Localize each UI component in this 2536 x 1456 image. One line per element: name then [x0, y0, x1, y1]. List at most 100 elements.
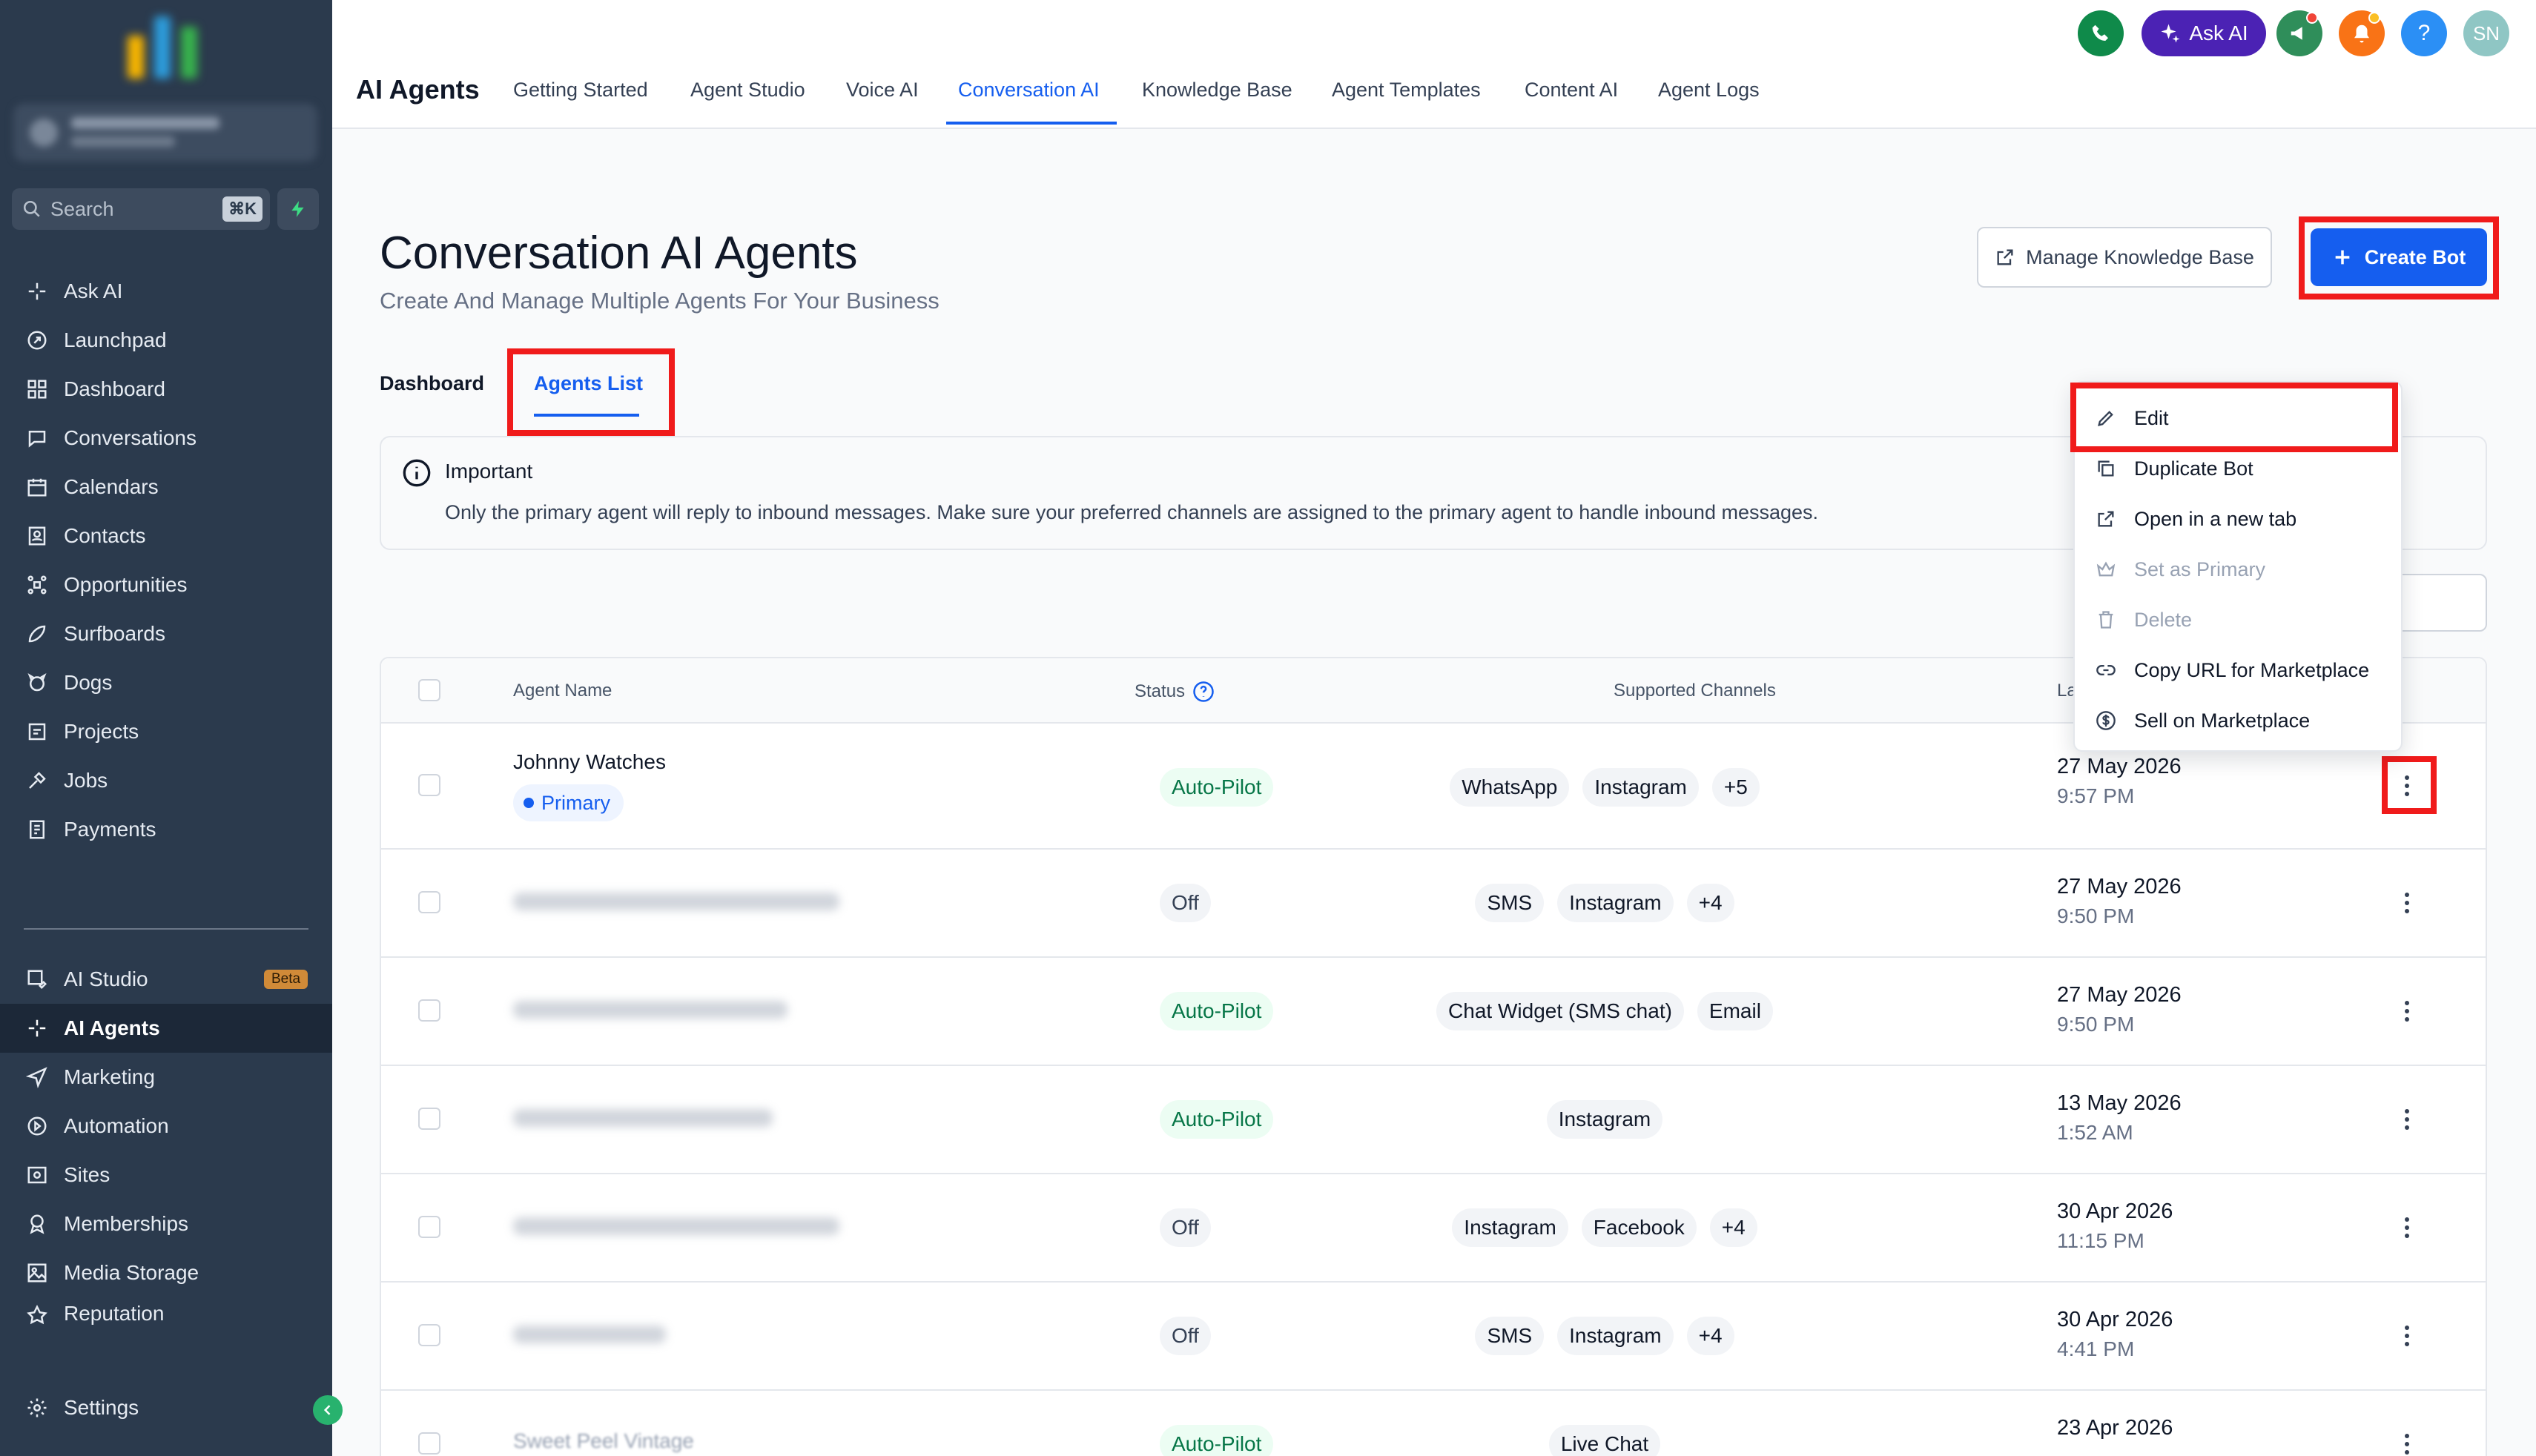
- sidebar-search[interactable]: Search ⌘K: [12, 188, 270, 230]
- sidebar-item-payments[interactable]: Payments: [0, 805, 332, 854]
- sidebar-item-dashboard[interactable]: Dashboard: [0, 365, 332, 414]
- menu-item-open-new-tab[interactable]: Open in a new tab: [2075, 494, 2401, 544]
- channel-more-chip[interactable]: +5: [1711, 768, 1760, 807]
- row-checkbox[interactable]: [418, 999, 440, 1022]
- sidebar-item-reputation[interactable]: Reputation: [0, 1297, 332, 1327]
- row-checkbox[interactable]: [418, 1432, 440, 1455]
- menu-item-duplicate-bot[interactable]: Duplicate Bot: [2075, 443, 2401, 494]
- reputation-icon: [24, 1302, 50, 1327]
- ask-ai-button[interactable]: Ask AI: [2142, 10, 2266, 56]
- account-switcher[interactable]: [13, 104, 317, 162]
- sidebar-item-media-storage[interactable]: Media Storage: [0, 1248, 332, 1297]
- sidebar-item-automation[interactable]: Automation: [0, 1102, 332, 1151]
- channel-more-chip[interactable]: +4: [1686, 1317, 1734, 1355]
- tab-dashboard[interactable]: Dashboard: [380, 372, 484, 395]
- channel-more-chip[interactable]: +4: [1686, 884, 1734, 922]
- sidebar-item-contacts[interactable]: Contacts: [0, 512, 332, 560]
- tab-voice-ai[interactable]: Voice AI: [846, 79, 919, 102]
- sidebar-item-opportunities[interactable]: Opportunities: [0, 560, 332, 609]
- menu-item-label: Sell on Marketplace: [2134, 709, 2311, 732]
- sidebar-item-label: Ask AI: [64, 279, 123, 302]
- sidebar-item-conversations[interactable]: Conversations: [0, 414, 332, 463]
- updated-date: 27 May 2026: [2057, 755, 2182, 778]
- avatar[interactable]: SN: [2463, 10, 2509, 56]
- row-actions-menu: Edit Duplicate Bot Open in a new tab Set…: [2073, 381, 2403, 752]
- sparkle-icon: [24, 278, 50, 305]
- row-actions-button[interactable]: [2392, 1103, 2422, 1136]
- channel-chip: Email: [1697, 992, 1773, 1030]
- sidebar-item-projects[interactable]: Projects: [0, 707, 332, 756]
- tab-agent-logs[interactable]: Agent Logs: [1658, 79, 1760, 102]
- channel-more-chip[interactable]: +4: [1709, 1208, 1757, 1247]
- channel-list: Instagram Facebook +4: [1219, 1208, 1990, 1247]
- sidebar-item-settings[interactable]: Settings: [0, 1383, 332, 1432]
- header-supported-channels: Supported Channels: [1614, 681, 1776, 701]
- help-button[interactable]: ?: [2401, 10, 2447, 56]
- sidebar-item-launchpad[interactable]: Launchpad: [0, 316, 332, 365]
- row-actions-button[interactable]: [2392, 995, 2422, 1028]
- send-icon: [24, 1064, 50, 1091]
- sidebar-item-marketing[interactable]: Marketing: [0, 1053, 332, 1102]
- sidebar-item-jobs[interactable]: Jobs: [0, 756, 332, 805]
- menu-item-edit[interactable]: Edit: [2075, 393, 2401, 443]
- row-checkbox[interactable]: [418, 1216, 440, 1238]
- sidebar-item-memberships[interactable]: Memberships: [0, 1199, 332, 1248]
- row-actions-button[interactable]: [2392, 1428, 2422, 1456]
- menu-item-copy-url[interactable]: Copy URL for Marketplace: [2075, 645, 2401, 695]
- tab-content-ai[interactable]: Content AI: [1525, 79, 1618, 102]
- agent-name[interactable]: Sweet Peel Vintage: [513, 1429, 694, 1453]
- menu-item-label: Open in a new tab: [2134, 507, 2297, 530]
- notifications-button[interactable]: [2339, 10, 2385, 56]
- sparkle-icon: [24, 1015, 50, 1042]
- manage-knowledge-base-label: Manage Knowledge Base: [2026, 245, 2254, 268]
- row-actions-button[interactable]: [2392, 887, 2422, 919]
- sidebar-item-calendars[interactable]: Calendars: [0, 463, 332, 512]
- header-status: Status: [1135, 681, 1215, 703]
- sidebar-item-label: AI Studio: [64, 967, 148, 990]
- tab-knowledge-base[interactable]: Knowledge Base: [1142, 79, 1292, 102]
- tab-agents-list[interactable]: Agents List: [534, 372, 643, 395]
- app-title: AI Agents: [356, 74, 480, 105]
- row-actions-button[interactable]: [2392, 1320, 2422, 1352]
- menu-item-sell-marketplace[interactable]: Sell on Marketplace: [2075, 695, 2401, 746]
- quick-action-button[interactable]: [277, 188, 319, 230]
- row-checkbox[interactable]: [418, 1108, 440, 1130]
- sidebar-item-surfboards[interactable]: Surfboards: [0, 609, 332, 658]
- sidebar-item-ai-agents[interactable]: AI Agents: [0, 1004, 332, 1053]
- active-tab-indicator: [946, 122, 1117, 125]
- help-circle-icon[interactable]: [1192, 681, 1215, 703]
- row-checkbox[interactable]: [418, 1324, 440, 1346]
- sidebar-item-dogs[interactable]: Dogs: [0, 658, 332, 707]
- table-row[interactable]: Auto-Pilot Chat Widget (SMS chat) Email …: [381, 958, 2486, 1066]
- announcements-button[interactable]: [2276, 10, 2322, 56]
- sidebar-item-ai-studio[interactable]: AI Studio Beta: [0, 955, 332, 1004]
- select-all-checkbox[interactable]: [418, 679, 440, 701]
- table-row[interactable]: Off Instagram Facebook +4 30 Apr 2026 11…: [381, 1174, 2486, 1283]
- sidebar-item-label: Surfboards: [64, 622, 165, 645]
- tab-conversation-ai[interactable]: Conversation AI: [958, 79, 1100, 102]
- sidebar-item-ask-ai[interactable]: Ask AI: [0, 267, 332, 316]
- row-actions-button[interactable]: [2392, 770, 2422, 802]
- phone-button[interactable]: [2078, 10, 2124, 56]
- tab-agent-studio[interactable]: Agent Studio: [690, 79, 805, 102]
- agent-name[interactable]: Johnny Watches: [513, 750, 666, 774]
- sidebar-collapse-button[interactable]: [313, 1395, 343, 1425]
- channel-list: SMS Instagram +4: [1219, 1317, 1990, 1355]
- manage-knowledge-base-button[interactable]: Manage Knowledge Base: [1977, 227, 2272, 288]
- table-row[interactable]: Off SMS Instagram +4 30 Apr 2026 4:41 PM: [381, 1283, 2486, 1391]
- table-row[interactable]: Auto-Pilot Instagram 13 May 2026 1:52 AM: [381, 1066, 2486, 1174]
- row-checkbox[interactable]: [418, 891, 440, 913]
- row-actions-button[interactable]: [2392, 1211, 2422, 1244]
- status-badge: Off: [1160, 884, 1211, 922]
- surfboard-icon: [24, 621, 50, 647]
- sidebar-item-label: Settings: [64, 1396, 139, 1419]
- tab-getting-started[interactable]: Getting Started: [513, 79, 648, 102]
- sidebar-item-sites[interactable]: Sites: [0, 1151, 332, 1199]
- chevron-left-icon: [323, 1405, 331, 1415]
- table-row[interactable]: Sweet Peel Vintage Auto-Pilot Live Chat …: [381, 1391, 2486, 1456]
- row-checkbox[interactable]: [418, 774, 440, 796]
- create-bot-button[interactable]: Create Bot: [2311, 228, 2487, 286]
- channel-list: SMS Instagram +4: [1219, 884, 1990, 922]
- table-row[interactable]: Off SMS Instagram +4 27 May 2026 9:50 PM: [381, 850, 2486, 958]
- tab-agent-templates[interactable]: Agent Templates: [1332, 79, 1481, 102]
